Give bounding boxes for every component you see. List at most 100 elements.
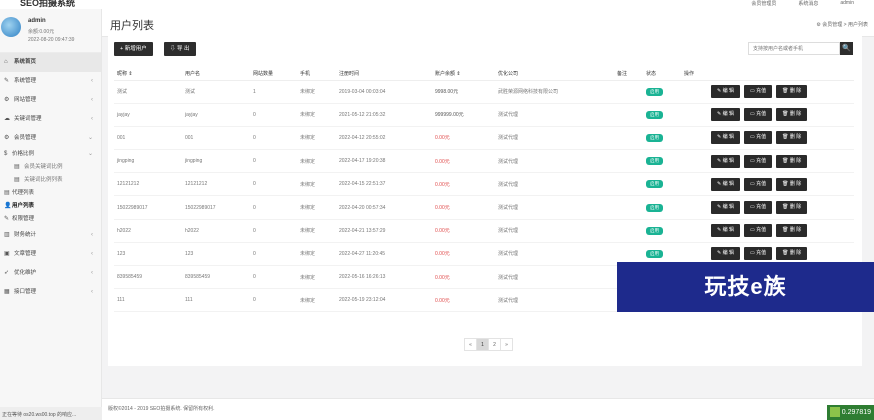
- delete-button[interactable]: 🗑 删 除: [776, 108, 808, 122]
- cell-note: [614, 195, 643, 220]
- col-note: 备注: [614, 68, 643, 81]
- cell-phone: 未绑定: [297, 103, 336, 127]
- top-link-member-admin[interactable]: 会员管理员: [751, 0, 776, 7]
- top-bar: SEO拍摄系统 会员管理员 系统消息 admin: [0, 0, 874, 9]
- sidebar-item-api[interactable]: ▦ 接口管理 ‹: [0, 283, 101, 302]
- search-icon: 🔍: [842, 45, 851, 52]
- delete-button[interactable]: 🗑 删 除: [776, 131, 808, 145]
- delete-button[interactable]: 🗑 删 除: [776, 177, 808, 191]
- recharge-button[interactable]: ▭ 充值: [743, 85, 773, 99]
- cell-actions: ✎ 编 辑▭ 充值🗑 删 除: [681, 103, 854, 127]
- edit-button[interactable]: ✎ 编 辑: [711, 131, 740, 145]
- sidebar-item-system[interactable]: ✎ 系统管理 ‹: [0, 72, 101, 91]
- user-list-panel: + 新增用户 ⇩ 导 出 🔍 昵称 ⇕ 用户名 网站数量 手机 注册时间 账户余…: [108, 36, 862, 366]
- cell-actions: ✎ 编 辑▭ 充值🗑 删 除: [681, 149, 854, 174]
- table-row: jingping jingping 0 未绑定 2022-04-17 19:20:38 0…: [114, 149, 854, 174]
- cell-site-count: 0: [250, 103, 297, 127]
- top-link-user[interactable]: admin: [840, 0, 854, 7]
- sidebar-item-member-keyword-ratio[interactable]: ▤ 会员关键词比例: [0, 161, 101, 174]
- sidebar-item-keywords[interactable]: ☁ 关键词管理 ‹: [0, 110, 101, 129]
- edit-button[interactable]: ✎ 编 辑: [711, 177, 740, 191]
- cell-username: jingping: [182, 149, 250, 174]
- copyright: 版权©2014 - 2019 SEO拍摄系统. 保留所有权利.: [108, 406, 215, 412]
- cell-nickname: 12121212: [114, 172, 182, 197]
- sidebar-item-permissions[interactable]: ✎ 权限管理: [0, 213, 101, 226]
- breadcrumb-text[interactable]: 会员管理 > 用户列表: [822, 22, 868, 28]
- cell-note: [614, 172, 643, 197]
- top-link-messages[interactable]: 系统消息: [798, 0, 818, 7]
- sidebar-item-label: 代理列表: [12, 190, 35, 196]
- recharge-button[interactable]: ▭ 充值: [743, 224, 773, 238]
- chevron-down-icon: ⌄: [87, 135, 93, 141]
- col-balance[interactable]: 账户余额 ⇕: [432, 68, 495, 81]
- add-user-button[interactable]: + 新增用户: [114, 42, 153, 56]
- cell-username: 001: [182, 126, 250, 151]
- edit-button[interactable]: ✎ 编 辑: [711, 85, 740, 99]
- sidebar-item-label: 文章管理: [14, 251, 37, 257]
- edit-button[interactable]: ✎ 编 辑: [711, 247, 740, 261]
- edit-button[interactable]: ✎ 编 辑: [711, 224, 740, 238]
- sidebar-item-label: 优化维护: [14, 270, 37, 276]
- page-header: 用户列表 ⚙ 会员管理 > 用户列表: [102, 9, 874, 37]
- avatar[interactable]: [1, 17, 21, 37]
- sidebar-item-price-ratio[interactable]: $ 价格比例 ⌄: [0, 148, 101, 161]
- status-badge[interactable]: 启用: [646, 133, 663, 142]
- sidebar-item-user-list[interactable]: 👤 用户列表: [0, 200, 101, 213]
- col-nickname[interactable]: 昵称 ⇕: [114, 68, 182, 81]
- cell-phone: 未绑定: [297, 219, 336, 243]
- edit-button[interactable]: ✎ 编 辑: [711, 201, 740, 215]
- pagination-next[interactable]: »: [500, 338, 513, 351]
- app-logo[interactable]: SEO拍摄系统: [20, 0, 75, 9]
- search-button[interactable]: 🔍: [840, 42, 853, 55]
- cell-nickname: jayjay: [114, 103, 182, 127]
- sidebar: admin 余额:0.00元 2022-08-20 09:47:39 ⌂ 系统首…: [0, 9, 102, 407]
- recharge-button[interactable]: ▭ 充值: [743, 201, 773, 215]
- cell-nickname: 15022989017: [114, 195, 182, 220]
- recharge-button[interactable]: ▭ 充值: [743, 131, 773, 145]
- table-header-row: 昵称 ⇕ 用户名 网站数量 手机 注册时间 账户余额 ⇕ 优化公司 备注 状态 …: [114, 68, 854, 81]
- cell-register-time: 2022-04-15 22:51:37: [336, 172, 432, 197]
- export-label: 导 出: [177, 46, 190, 52]
- cell-note: [614, 126, 643, 151]
- delete-button[interactable]: 🗑 删 除: [776, 201, 808, 215]
- sidebar-item-members[interactable]: ⚙ 会员管理 ⌄: [0, 129, 101, 148]
- recharge-button[interactable]: ▭ 充值: [743, 108, 773, 122]
- sidebar-item-agent-list[interactable]: ▤ 代理列表: [0, 187, 101, 200]
- home-icon: ⌂: [4, 59, 8, 65]
- col-username: 用户名: [182, 68, 250, 81]
- delete-button[interactable]: 🗑 删 除: [776, 85, 808, 99]
- recharge-button[interactable]: ▭ 充值: [743, 177, 773, 191]
- edit-button[interactable]: ✎ 编 辑: [711, 154, 740, 168]
- sidebar-item-home[interactable]: ⌂ 系统首页: [0, 53, 101, 72]
- col-status: 状态: [643, 68, 681, 81]
- status-badge[interactable]: 启用: [646, 180, 663, 189]
- cell-phone: 未绑定: [297, 288, 336, 313]
- sidebar-item-optimize[interactable]: ➶ 优化维护 ‹: [0, 264, 101, 283]
- delete-button[interactable]: 🗑 删 除: [776, 247, 808, 261]
- status-badge[interactable]: 启用: [646, 226, 663, 235]
- status-badge[interactable]: 启用: [646, 157, 663, 166]
- footer: 版权©2014 - 2019 SEO拍摄系统. 保留所有权利.: [102, 398, 874, 420]
- search-input[interactable]: [748, 42, 840, 55]
- delete-button[interactable]: 🗑 删 除: [776, 154, 808, 168]
- sidebar-item-finance[interactable]: ▥ 财务统计 ‹: [0, 226, 101, 245]
- status-badge[interactable]: 启用: [646, 249, 663, 258]
- recharge-button[interactable]: ▭ 充值: [743, 154, 773, 168]
- export-button[interactable]: ⇩ 导 出: [164, 42, 196, 56]
- sidebar-item-sites[interactable]: ⚙ 网站管理 ‹: [0, 91, 101, 110]
- recharge-button[interactable]: ▭ 充值: [743, 247, 773, 261]
- cell-site-count: 0: [250, 149, 297, 174]
- sidebar-menu: ⌂ 系统首页 ✎ 系统管理 ‹ ⚙ 网站管理 ‹ ☁ 关键词管理 ‹ ⚙ 会员管…: [0, 53, 101, 302]
- sidebar-item-label: 系统首页: [14, 59, 37, 65]
- status-badge[interactable]: 启用: [646, 203, 663, 212]
- cell-note: [614, 149, 643, 174]
- edit-button[interactable]: ✎ 编 辑: [711, 108, 740, 122]
- delete-button[interactable]: 🗑 删 除: [776, 224, 808, 238]
- sidebar-item-articles[interactable]: ▣ 文章管理 ‹: [0, 245, 101, 264]
- sidebar-item-keyword-ratio-list[interactable]: ▤ 关键词比例列表: [0, 174, 101, 187]
- status-badge[interactable]: 启用: [646, 87, 663, 96]
- speed-counter: 0.297819: [826, 405, 874, 420]
- cell-username: 111: [182, 288, 250, 313]
- status-badge[interactable]: 启用: [646, 110, 663, 119]
- cell-nickname: 839585459: [114, 265, 182, 290]
